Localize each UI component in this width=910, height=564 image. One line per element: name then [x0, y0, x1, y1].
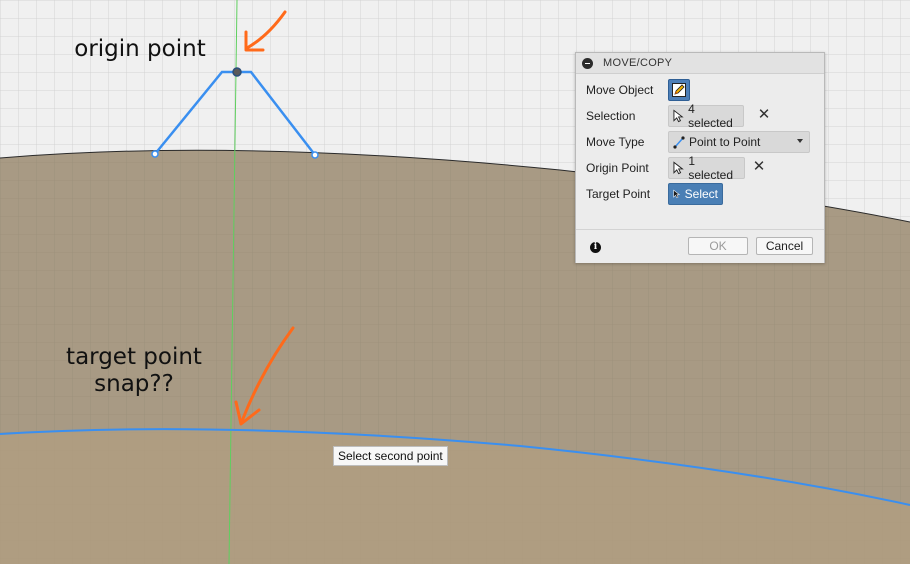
target-point-annotation: target point snap?? [46, 344, 222, 398]
move-type-dropdown[interactable]: Point to Point [668, 131, 810, 153]
cursor-arrow-icon [673, 161, 684, 175]
move-copy-dialog: MOVE/COPY Move Object Selection 4 select… [575, 52, 825, 263]
dialog-title: MOVE/COPY [603, 57, 673, 69]
move-object-row: Move Object [576, 78, 824, 102]
dialog-footer: i OK Cancel [576, 229, 824, 263]
cursor-arrow-icon [673, 189, 681, 199]
selection-count: 4 selected [688, 102, 733, 130]
move-object-label: Move Object [586, 83, 654, 97]
origin-point-row: Origin Point 1 selected ✕ [576, 154, 824, 182]
move-type-value: Point to Point [689, 135, 761, 149]
sketch-endpoint-right[interactable] [311, 151, 319, 159]
edit-body-icon [672, 83, 686, 97]
select-second-point-tooltip: Select second point [333, 446, 448, 466]
selection-field[interactable]: 4 selected [668, 102, 744, 130]
selection-label: Selection [586, 109, 636, 123]
point-to-point-icon [673, 136, 685, 149]
origin-point-annotation: origin point [60, 36, 220, 63]
origin-point-clear-icon[interactable]: ✕ [751, 159, 767, 175]
sketch-endpoint-left[interactable] [151, 150, 159, 158]
chevron-down-icon [797, 139, 803, 143]
origin-point-count: 1 selected [688, 154, 734, 182]
cursor-arrow-icon [673, 109, 684, 123]
target-point-select-label: Select [684, 187, 718, 201]
ok-button[interactable]: OK [688, 237, 748, 255]
target-point-label: Target Point [586, 187, 651, 201]
dialog-titlebar[interactable]: MOVE/COPY [576, 53, 824, 74]
info-icon[interactable]: i [590, 242, 601, 253]
selection-row: Selection 4 selected ✕ [576, 102, 824, 130]
move-object-button[interactable] [668, 79, 690, 101]
origin-point-field[interactable]: 1 selected [668, 154, 745, 182]
collapse-icon[interactable] [582, 57, 593, 69]
target-point-row: Target Point Select [576, 182, 824, 206]
selection-clear-icon[interactable]: ✕ [756, 107, 772, 123]
target-point-select-button[interactable]: Select [668, 183, 723, 205]
origin-annotation-text: origin point [74, 36, 206, 62]
origin-point-marker[interactable] [232, 67, 242, 77]
move-type-row: Move Type Point to Point [576, 130, 824, 154]
cancel-button[interactable]: Cancel [756, 237, 813, 255]
target-annotation-line2: snap?? [94, 371, 174, 397]
move-type-label: Move Type [586, 135, 645, 149]
target-annotation-line1: target point [66, 344, 202, 370]
origin-point-label: Origin Point [586, 161, 649, 175]
